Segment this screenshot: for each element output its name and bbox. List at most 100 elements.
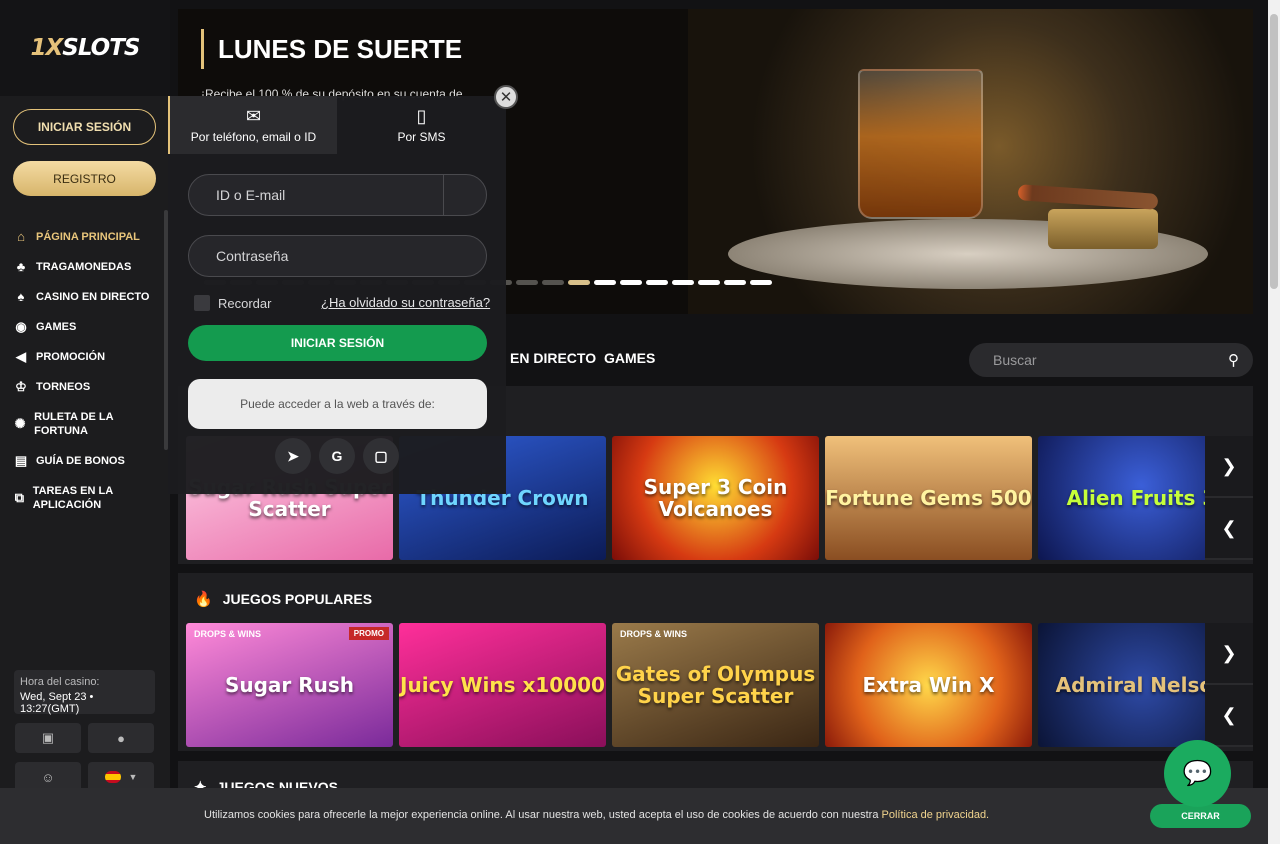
- login-submit-button[interactable]: INICIAR SESIÓN: [188, 325, 487, 361]
- game-tile[interactable]: DROPS & WINS PROMO Sugar Rush: [186, 623, 393, 747]
- carousel-dot[interactable]: [750, 280, 772, 285]
- ashtray-image: [1048, 209, 1158, 249]
- book-icon: ▤: [14, 453, 28, 468]
- drops-wins-badge: DROPS & WINS: [620, 629, 688, 639]
- remember-label: Recordar: [218, 295, 272, 311]
- password-placeholder: Contraseña: [216, 248, 289, 264]
- casino-clock: Hora del casino: Wed, Sept 23 • 13:27(GM…: [14, 670, 155, 715]
- logo-part2: SLOTS: [62, 35, 140, 61]
- carousel-dot[interactable]: [724, 280, 746, 285]
- cards-icon: ♠: [17, 289, 25, 304]
- category-tab-games[interactable]: GAMES: [604, 350, 655, 366]
- logo-part1: 1X: [30, 35, 64, 61]
- ios-app-button[interactable]: ●: [88, 723, 154, 753]
- id-email-placeholder: ID o E-mail: [216, 187, 286, 203]
- twitch-login-button[interactable]: ▢: [363, 438, 399, 474]
- sidebar-item-slots[interactable]: ♣ TRAGAMONEDAS: [0, 252, 166, 282]
- tasks-icon: ⧉: [14, 490, 24, 505]
- wheel-icon: ✺: [14, 416, 26, 431]
- sidebar-item-games[interactable]: ◉ GAMES: [0, 312, 166, 342]
- sidebar-item-tournaments[interactable]: ♔ TORNEOS: [0, 372, 166, 402]
- android-icon: ▣: [41, 730, 55, 745]
- game-tile[interactable]: Juicy Wins x10000: [399, 623, 606, 747]
- clock-value: Wed, Sept 23 • 13:27(GMT): [20, 691, 94, 715]
- game-tile[interactable]: Super 3 Coin Volcanoes: [612, 436, 819, 560]
- carousel-dot[interactable]: [594, 280, 616, 285]
- id-email-field[interactable]: ID o E-mail: [188, 174, 487, 216]
- field-divider: [443, 175, 444, 215]
- category-tab-live[interactable]: EN DIRECTO: [510, 350, 596, 366]
- game-tile[interactable]: Extra Win X: [825, 623, 1032, 747]
- prev-arrow-icon[interactable]: ❮: [1205, 685, 1253, 747]
- remember-checkbox[interactable]: Recordar: [194, 295, 271, 311]
- sidebar-item-promotion[interactable]: ◀ PROMOCIÓN: [0, 342, 166, 372]
- chat-support-button[interactable]: 💬: [1164, 740, 1231, 807]
- sidebar-item-live-casino[interactable]: ♠ CASINO EN DIRECTO: [0, 282, 166, 312]
- android-app-button[interactable]: ▣: [15, 723, 81, 753]
- search-box[interactable]: Buscar ⚲: [969, 343, 1253, 377]
- tab-email[interactable]: ✉ Por teléfono, email o ID: [168, 96, 337, 154]
- checkbox-box[interactable]: [194, 295, 210, 311]
- hero-image: [688, 9, 1253, 314]
- tab-label: Por teléfono, email o ID: [190, 130, 317, 144]
- privacy-policy-link[interactable]: Política de privacidad.: [882, 809, 990, 821]
- home-icon: ⌂: [17, 229, 25, 244]
- close-popup-icon[interactable]: ✕: [494, 85, 518, 109]
- sidebar-item-label: PÁGINA PRINCIPAL: [36, 231, 140, 243]
- carousel-arrows: ❯ ❮: [1205, 436, 1253, 560]
- sidebar-item-wheel[interactable]: ✺ RULETA DE LA FORTUNA: [0, 402, 166, 446]
- cookie-message: Utilizamos cookies para ofrecerle la mej…: [204, 809, 879, 821]
- carousel-dot[interactable]: [698, 280, 720, 285]
- game-title: Fortune Gems 500: [825, 486, 1032, 510]
- gamepad-icon: ◉: [15, 319, 27, 334]
- sidebar-register-button[interactable]: REGISTRO: [13, 161, 156, 196]
- carousel-dot[interactable]: [620, 280, 642, 285]
- social-access-text: Puede acceder a la web a través de:: [188, 379, 487, 429]
- login-tabs: ✉ Por teléfono, email o ID ▯ Por SMS: [168, 96, 506, 154]
- game-tile[interactable]: DROPS & WINS Gates of Olympus Super Scat…: [612, 623, 819, 747]
- tab-label: Por SMS: [397, 130, 446, 144]
- clock-label: Hora del casino:: [20, 676, 100, 688]
- carousel-dot[interactable]: [672, 280, 694, 285]
- carousel-dot-active[interactable]: [568, 280, 590, 285]
- next-arrow-icon[interactable]: ❯: [1205, 436, 1253, 498]
- carousel-dot[interactable]: [646, 280, 668, 285]
- search-input[interactable]: Buscar: [993, 352, 1228, 368]
- game-title: Gates of Olympus Super Scatter: [615, 662, 816, 708]
- game-title: Super 3 Coin Volcanoes: [643, 475, 788, 521]
- password-field[interactable]: Contraseña: [188, 235, 487, 277]
- sidebar-item-home[interactable]: ⌂ PÁGINA PRINCIPAL: [0, 222, 166, 252]
- cookie-close-button[interactable]: CERRAR: [1150, 804, 1251, 828]
- search-icon[interactable]: ⚲: [1228, 351, 1239, 369]
- game-title: Juicy Wins x10000: [400, 673, 605, 697]
- telegram-icon: ➤: [287, 447, 299, 464]
- tab-sms[interactable]: ▯ Por SMS: [337, 96, 506, 154]
- logo[interactable]: 1XSLOTS: [30, 35, 141, 61]
- sidebar-item-label: TAREAS EN LA APLICACIÓN: [32, 485, 113, 511]
- drops-wins-badge: DROPS & WINS: [194, 629, 262, 639]
- chevron-down-icon: ▼: [128, 772, 138, 782]
- carousel-dot[interactable]: [516, 280, 538, 285]
- twitch-icon: ▢: [374, 447, 388, 464]
- google-login-button[interactable]: G: [319, 438, 355, 474]
- sidebar-item-app-tasks[interactable]: ⧉ TAREAS EN LA APLICACIÓN: [0, 476, 166, 520]
- sidebar-item-label: TORNEOS: [36, 381, 91, 393]
- sidebar-item-label: TRAGAMONEDAS: [36, 261, 132, 273]
- sidebar-item-label: CASINO EN DIRECTO: [36, 291, 150, 303]
- sidebar-login-button[interactable]: INICIAR SESIÓN: [13, 109, 156, 145]
- game-title: Alien Fruits 3: [1066, 486, 1217, 510]
- sidebar-item-label: PROMOCIÓN: [36, 351, 106, 363]
- scrollbar-thumb[interactable]: [1270, 14, 1278, 289]
- promo-badge: PROMO: [348, 627, 389, 640]
- sidebar-item-label: RULETA DE LA FORTUNA: [34, 411, 114, 437]
- forgot-password-link[interactable]: ¿Ha olvidado su contraseña?: [321, 295, 490, 310]
- prev-arrow-icon[interactable]: ❮: [1205, 498, 1253, 560]
- telegram-login-button[interactable]: ➤: [275, 438, 311, 474]
- cherries-icon: ♣: [16, 259, 26, 274]
- next-arrow-icon[interactable]: ❯: [1205, 623, 1253, 685]
- carousel-dot[interactable]: [542, 280, 564, 285]
- envelope-icon: ✉: [245, 106, 262, 126]
- page-scrollbar[interactable]: [1268, 0, 1280, 844]
- game-tile[interactable]: Fortune Gems 500: [825, 436, 1032, 560]
- sidebar-item-bonus-guide[interactable]: ▤ GUÍA DE BONOS: [0, 446, 166, 476]
